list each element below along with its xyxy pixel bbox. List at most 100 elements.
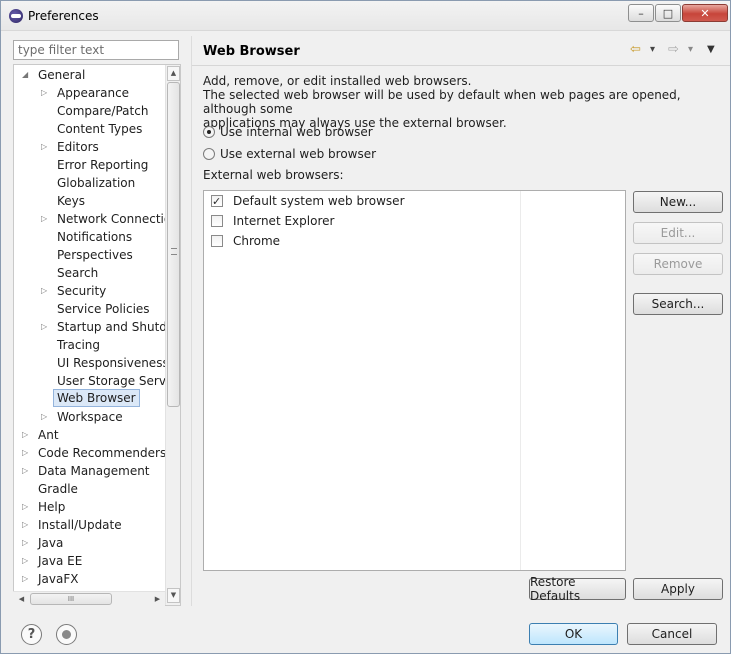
view-menu-icon[interactable]: ▼ [707, 42, 715, 58]
new-button[interactable]: New... [633, 191, 723, 213]
title-bar: Preferences – □ ✕ [1, 1, 730, 31]
leaf-spacer [22, 484, 30, 494]
tree-item-label: Web Browser [53, 389, 140, 407]
filter-input[interactable] [13, 40, 179, 60]
browser-name: Chrome [233, 234, 281, 248]
scroll-grip-icon [171, 248, 177, 255]
window-title: Preferences [28, 9, 99, 23]
leaf-spacer [41, 304, 49, 314]
tree-item-label: Startup and Shutdo [57, 320, 175, 334]
leaf-spacer [41, 160, 49, 170]
expand-arrow-icon[interactable]: ▷ [41, 88, 49, 98]
scroll-thumb[interactable] [167, 82, 180, 407]
tree-item-label: Globalization [57, 176, 136, 190]
tree-item-label: Security [57, 284, 107, 298]
expand-arrow-icon[interactable]: ▷ [22, 448, 30, 458]
browser-checkbox[interactable] [211, 215, 223, 227]
expand-arrow-icon[interactable]: ▷ [41, 322, 49, 332]
expand-arrow-icon[interactable]: ▷ [41, 214, 49, 224]
leaf-spacer [41, 232, 49, 242]
external-browser-radio[interactable] [203, 148, 215, 160]
tree-item-label: Code Recommenders [38, 446, 167, 460]
tree-item-label: Content Types [57, 122, 143, 136]
tree-item-label: Keys [57, 194, 86, 208]
tree-item-label: Error Reporting [57, 158, 149, 172]
edit-button[interactable]: Edit... [633, 222, 723, 244]
forward-menu-icon[interactable]: ▾ [688, 42, 693, 58]
close-button[interactable]: ✕ [682, 4, 728, 22]
browser-name: Internet Explorer [233, 214, 335, 228]
tree-item-label: Service Policies [57, 302, 150, 316]
tree-item-label: Notifications [57, 230, 133, 244]
browser-checkbox[interactable] [211, 193, 223, 211]
tree-vertical-scrollbar[interactable]: ▲ ▼ [165, 65, 180, 605]
tree-item-label: Java [38, 536, 64, 550]
dialog-button-bar: ? OK Cancel [1, 606, 730, 654]
leaf-spacer [41, 376, 49, 386]
ok-button[interactable]: OK [529, 623, 618, 645]
tree-item-label: Editors [57, 140, 99, 154]
expand-arrow-icon[interactable]: ▷ [41, 286, 49, 296]
page-description: Add, remove, or edit installed web brows… [203, 74, 723, 130]
scroll-up-icon[interactable]: ▲ [167, 66, 180, 81]
leaf-spacer [41, 250, 49, 260]
restore-defaults-button[interactable]: Restore Defaults [529, 575, 626, 603]
apply-button[interactable]: Apply [633, 578, 723, 600]
minimize-button[interactable]: – [628, 4, 654, 22]
scroll-right-icon[interactable]: ▶ [150, 593, 165, 606]
maximize-button[interactable]: □ [655, 4, 681, 22]
expand-arrow-icon[interactable]: ▷ [22, 574, 30, 584]
leaf-spacer [41, 196, 49, 206]
scroll-left-icon[interactable]: ◀ [14, 593, 29, 606]
tree-item-label: UI Responsiveness M [57, 356, 181, 370]
tree-item-label: Compare/Patch [57, 104, 149, 118]
back-menu-icon[interactable]: ▾ [650, 42, 655, 58]
page-title: Web Browser [203, 44, 300, 59]
internal-browser-radio[interactable] [203, 126, 215, 138]
tree-item-label: General [38, 68, 86, 82]
search-button[interactable]: Search... [633, 293, 723, 315]
expand-arrow-icon[interactable]: ▷ [41, 412, 49, 422]
description-line: Add, remove, or edit installed web brows… [203, 74, 472, 88]
tree-item-label: Network Connectio [57, 212, 172, 226]
preferences-window: Preferences – □ ✕ ◢ General ▷ Appearance Com… [0, 0, 731, 654]
expand-arrow-icon[interactable]: ▷ [22, 430, 30, 440]
record-icon[interactable] [56, 624, 77, 645]
external-browser-label: Use external web browser [220, 147, 377, 161]
scroll-down-icon[interactable]: ▼ [167, 588, 180, 603]
browser-list: Default system web browser Internet Expl… [203, 190, 626, 571]
leaf-spacer [41, 106, 49, 116]
tree-item-label: Workspace [57, 410, 123, 424]
description-line: The selected web browser will be used by… [203, 88, 681, 116]
help-icon[interactable]: ? [21, 624, 42, 645]
expand-arrow-icon[interactable]: ▷ [22, 556, 30, 566]
browser-name: Default system web browser [233, 194, 405, 208]
tree-item-label: Perspectives [57, 248, 133, 262]
browser-checkbox[interactable] [211, 235, 223, 247]
horizontal-scroll-thumb[interactable]: III [30, 593, 112, 605]
cancel-button[interactable]: Cancel [627, 623, 717, 645]
tree-item-label: Gradle [38, 482, 78, 496]
leaf-spacer [41, 340, 49, 350]
leaf-spacer [41, 178, 49, 188]
remove-button[interactable]: Remove [633, 253, 723, 275]
expand-arrow-icon[interactable]: ▷ [22, 538, 30, 548]
tree-item-label: Search [57, 266, 99, 280]
web-browser-page: Web Browser ⇦ ▾ ⇨ ▾ ▼ Add, remove, or ed… [191, 36, 730, 606]
expand-arrow-icon[interactable]: ▷ [22, 502, 30, 512]
expand-arrow-icon[interactable]: ▷ [22, 520, 30, 530]
tree-item-label: Tracing [57, 338, 101, 352]
leaf-spacer [41, 358, 49, 368]
back-arrow-icon[interactable]: ⇦ [630, 42, 641, 58]
leaf-spacer [41, 124, 49, 134]
tree-item-label: Appearance [57, 86, 130, 100]
page-header: Web Browser ⇦ ▾ ⇨ ▾ ▼ [192, 36, 730, 66]
tree-item-label: Data Management [38, 464, 150, 478]
expand-arrow-icon[interactable]: ▷ [22, 466, 30, 476]
expand-arrow-icon[interactable]: ◢ [22, 70, 30, 80]
leaf-spacer [41, 394, 49, 404]
tree-item-label: Install/Update [38, 518, 122, 532]
forward-arrow-icon[interactable]: ⇨ [668, 42, 679, 58]
tree-horizontal-scrollbar[interactable]: ◀ III ▶ [13, 591, 165, 606]
expand-arrow-icon[interactable]: ▷ [41, 142, 49, 152]
